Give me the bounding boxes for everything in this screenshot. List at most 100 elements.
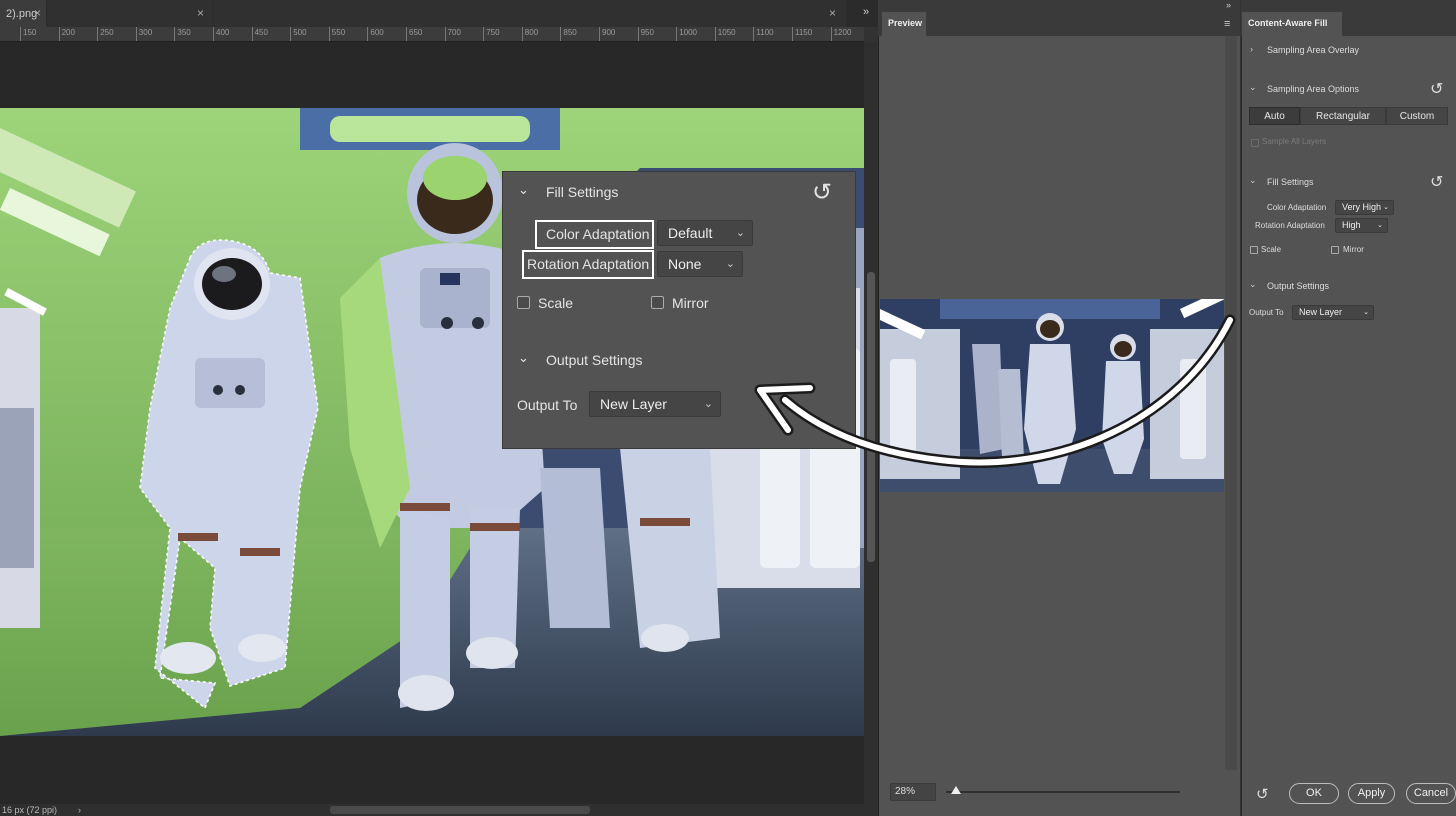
ok-button[interactable]: OK bbox=[1289, 783, 1339, 804]
horizontal-scrollbar[interactable] bbox=[330, 806, 590, 814]
sample-all-layers-checkbox[interactable] bbox=[1251, 139, 1259, 147]
color-adaptation-value: Very High bbox=[1342, 202, 1382, 212]
preview-tab[interactable]: Preview bbox=[882, 12, 926, 36]
ruler-tick: 150 bbox=[20, 27, 36, 41]
output-to-value: New Layer bbox=[600, 396, 667, 412]
chevron-down-icon: ⌄ bbox=[1363, 309, 1369, 316]
fill-settings-heading: Fill Settings bbox=[1267, 177, 1314, 187]
color-adaptation-dropdown[interactable]: Default ⌄ bbox=[657, 220, 753, 246]
ruler-tick: 800 bbox=[521, 27, 538, 41]
scale-checkbox[interactable] bbox=[1250, 246, 1258, 254]
chevron-down-icon: ⌄ bbox=[735, 227, 745, 239]
status-bar: 16 px (72 ppi) › bbox=[0, 804, 878, 816]
ruler-tick: 400 bbox=[213, 27, 229, 41]
chevron-down-icon[interactable]: ⌄ bbox=[518, 182, 529, 198]
chevron-down-icon[interactable]: ⌄ bbox=[1249, 175, 1257, 186]
zoom-slider-thumb[interactable] bbox=[951, 786, 961, 794]
reset-icon[interactable]: ↺ bbox=[1430, 79, 1443, 99]
collapse-panels-icon[interactable]: » bbox=[1226, 0, 1231, 10]
cancel-button[interactable]: Cancel bbox=[1406, 783, 1456, 804]
mirror-checkbox[interactable] bbox=[651, 296, 664, 309]
output-to-value: New Layer bbox=[1299, 307, 1343, 317]
zoom-slider-track[interactable] bbox=[946, 791, 1180, 793]
ruler-tick: 350 bbox=[174, 27, 191, 41]
close-tab-icon[interactable]: × bbox=[34, 6, 41, 20]
document-tab[interactable] bbox=[47, 0, 213, 27]
chevron-down-icon[interactable]: ⌄ bbox=[518, 350, 529, 366]
sampling-rectangular-button[interactable]: Rectangular bbox=[1300, 107, 1386, 125]
rotation-adaptation-dropdown[interactable]: High ⌄ bbox=[1335, 218, 1388, 233]
sampling-area-overlay-heading[interactable]: Sampling Area Overlay bbox=[1267, 45, 1359, 55]
content-aware-fill-tab[interactable]: Content-Aware Fill bbox=[1242, 12, 1342, 36]
reset-icon[interactable]: ↺ bbox=[1430, 172, 1443, 192]
collapse-panels-icon[interactable]: » bbox=[863, 6, 869, 18]
status-menu-icon[interactable]: › bbox=[78, 804, 81, 816]
sampling-auto-button[interactable]: Auto bbox=[1249, 107, 1300, 125]
mirror-label: Mirror bbox=[672, 295, 709, 311]
horizontal-ruler: 150 200 250 300 350 400 450 500 550 600 650 700 750 8… bbox=[0, 27, 864, 42]
ruler-tick: 750 bbox=[483, 27, 500, 41]
sampling-custom-button[interactable]: Custom bbox=[1386, 107, 1448, 125]
zoom-value: 28% bbox=[895, 786, 916, 797]
preview-zoom-field[interactable]: 28% bbox=[890, 783, 936, 801]
output-to-dropdown[interactable]: New Layer ⌄ bbox=[1292, 305, 1374, 320]
chevron-down-icon: ⌄ bbox=[725, 258, 735, 270]
cancel-label: Cancel bbox=[1413, 787, 1449, 799]
ruler-tick: 1000 bbox=[676, 27, 697, 41]
rectangular-label: Rectangular bbox=[1316, 111, 1370, 122]
custom-label: Custom bbox=[1399, 111, 1435, 122]
document-tab[interactable] bbox=[214, 0, 846, 27]
output-to-label: Output To bbox=[517, 397, 578, 413]
scale-label: Scale bbox=[1261, 245, 1282, 254]
scale-checkbox[interactable] bbox=[517, 296, 530, 309]
reset-all-icon[interactable]: ↺ bbox=[1256, 785, 1269, 803]
ruler-tick: 450 bbox=[251, 27, 268, 41]
ruler-tick: 850 bbox=[560, 27, 577, 41]
output-to-label: Output To bbox=[1249, 308, 1284, 317]
ruler-tick: 900 bbox=[599, 27, 615, 41]
preview-panel-header bbox=[878, 0, 1240, 36]
chevron-down-icon: ⌄ bbox=[1383, 204, 1389, 211]
chevron-down-icon[interactable]: ⌄ bbox=[1249, 279, 1257, 290]
fill-settings-heading: Fill Settings bbox=[546, 184, 619, 200]
mirror-checkbox[interactable] bbox=[1331, 246, 1339, 254]
ruler-tick: 500 bbox=[290, 27, 307, 41]
preview-tab-label: Preview bbox=[888, 18, 923, 28]
color-adaptation-label: Color Adaptation bbox=[546, 226, 650, 242]
ruler-tick: 1100 bbox=[753, 27, 774, 41]
chevron-down-icon[interactable]: ⌄ bbox=[1249, 82, 1257, 93]
chevron-down-icon: ⌄ bbox=[1377, 222, 1383, 229]
chevron-down-icon: ⌄ bbox=[703, 398, 713, 410]
ruler-tick: 1050 bbox=[714, 27, 736, 41]
color-adaptation-dropdown[interactable]: Very High ⌄ bbox=[1335, 200, 1394, 215]
panel-tab-label: Content-Aware Fill bbox=[1248, 18, 1328, 28]
ruler-tick: 600 bbox=[367, 27, 384, 41]
mirror-label: Mirror bbox=[1343, 245, 1364, 254]
auto-label: Auto bbox=[1264, 111, 1285, 122]
close-tab-icon[interactable]: × bbox=[829, 6, 836, 20]
sample-all-layers-label: Sample All Layers bbox=[1262, 137, 1327, 146]
scale-label: Scale bbox=[538, 295, 574, 311]
panel-menu-icon[interactable]: ≡ bbox=[1224, 18, 1230, 30]
chevron-right-icon[interactable]: › bbox=[1250, 44, 1253, 54]
rotation-adaptation-value: High bbox=[1342, 220, 1361, 230]
ruler-tick: 200 bbox=[58, 27, 75, 41]
close-tab-icon[interactable]: × bbox=[197, 6, 204, 20]
output-to-dropdown[interactable]: New Layer ⌄ bbox=[589, 391, 721, 417]
color-adaptation-value: Default bbox=[668, 225, 713, 241]
rotation-adaptation-value: None bbox=[668, 256, 702, 272]
ruler-tick: 550 bbox=[328, 27, 345, 41]
ruler-tick: 950 bbox=[637, 27, 654, 41]
ruler-tick: 700 bbox=[444, 27, 461, 41]
ok-label: OK bbox=[1306, 787, 1322, 799]
rotation-adaptation-label: Rotation Adaptation bbox=[1255, 221, 1325, 230]
document-info[interactable]: 16 px (72 ppi) bbox=[2, 804, 57, 816]
color-adaptation-label: Color Adaptation bbox=[1267, 203, 1327, 212]
ruler-tick: 650 bbox=[406, 27, 422, 41]
reset-icon[interactable]: ↺ bbox=[812, 178, 832, 207]
callout-arrow bbox=[754, 314, 1236, 468]
ruler-tick: 1200 bbox=[830, 27, 851, 41]
rotation-adaptation-dropdown[interactable]: None ⌄ bbox=[657, 251, 743, 277]
document-tab-label: 2).png bbox=[6, 7, 38, 20]
apply-button[interactable]: Apply bbox=[1348, 783, 1395, 804]
